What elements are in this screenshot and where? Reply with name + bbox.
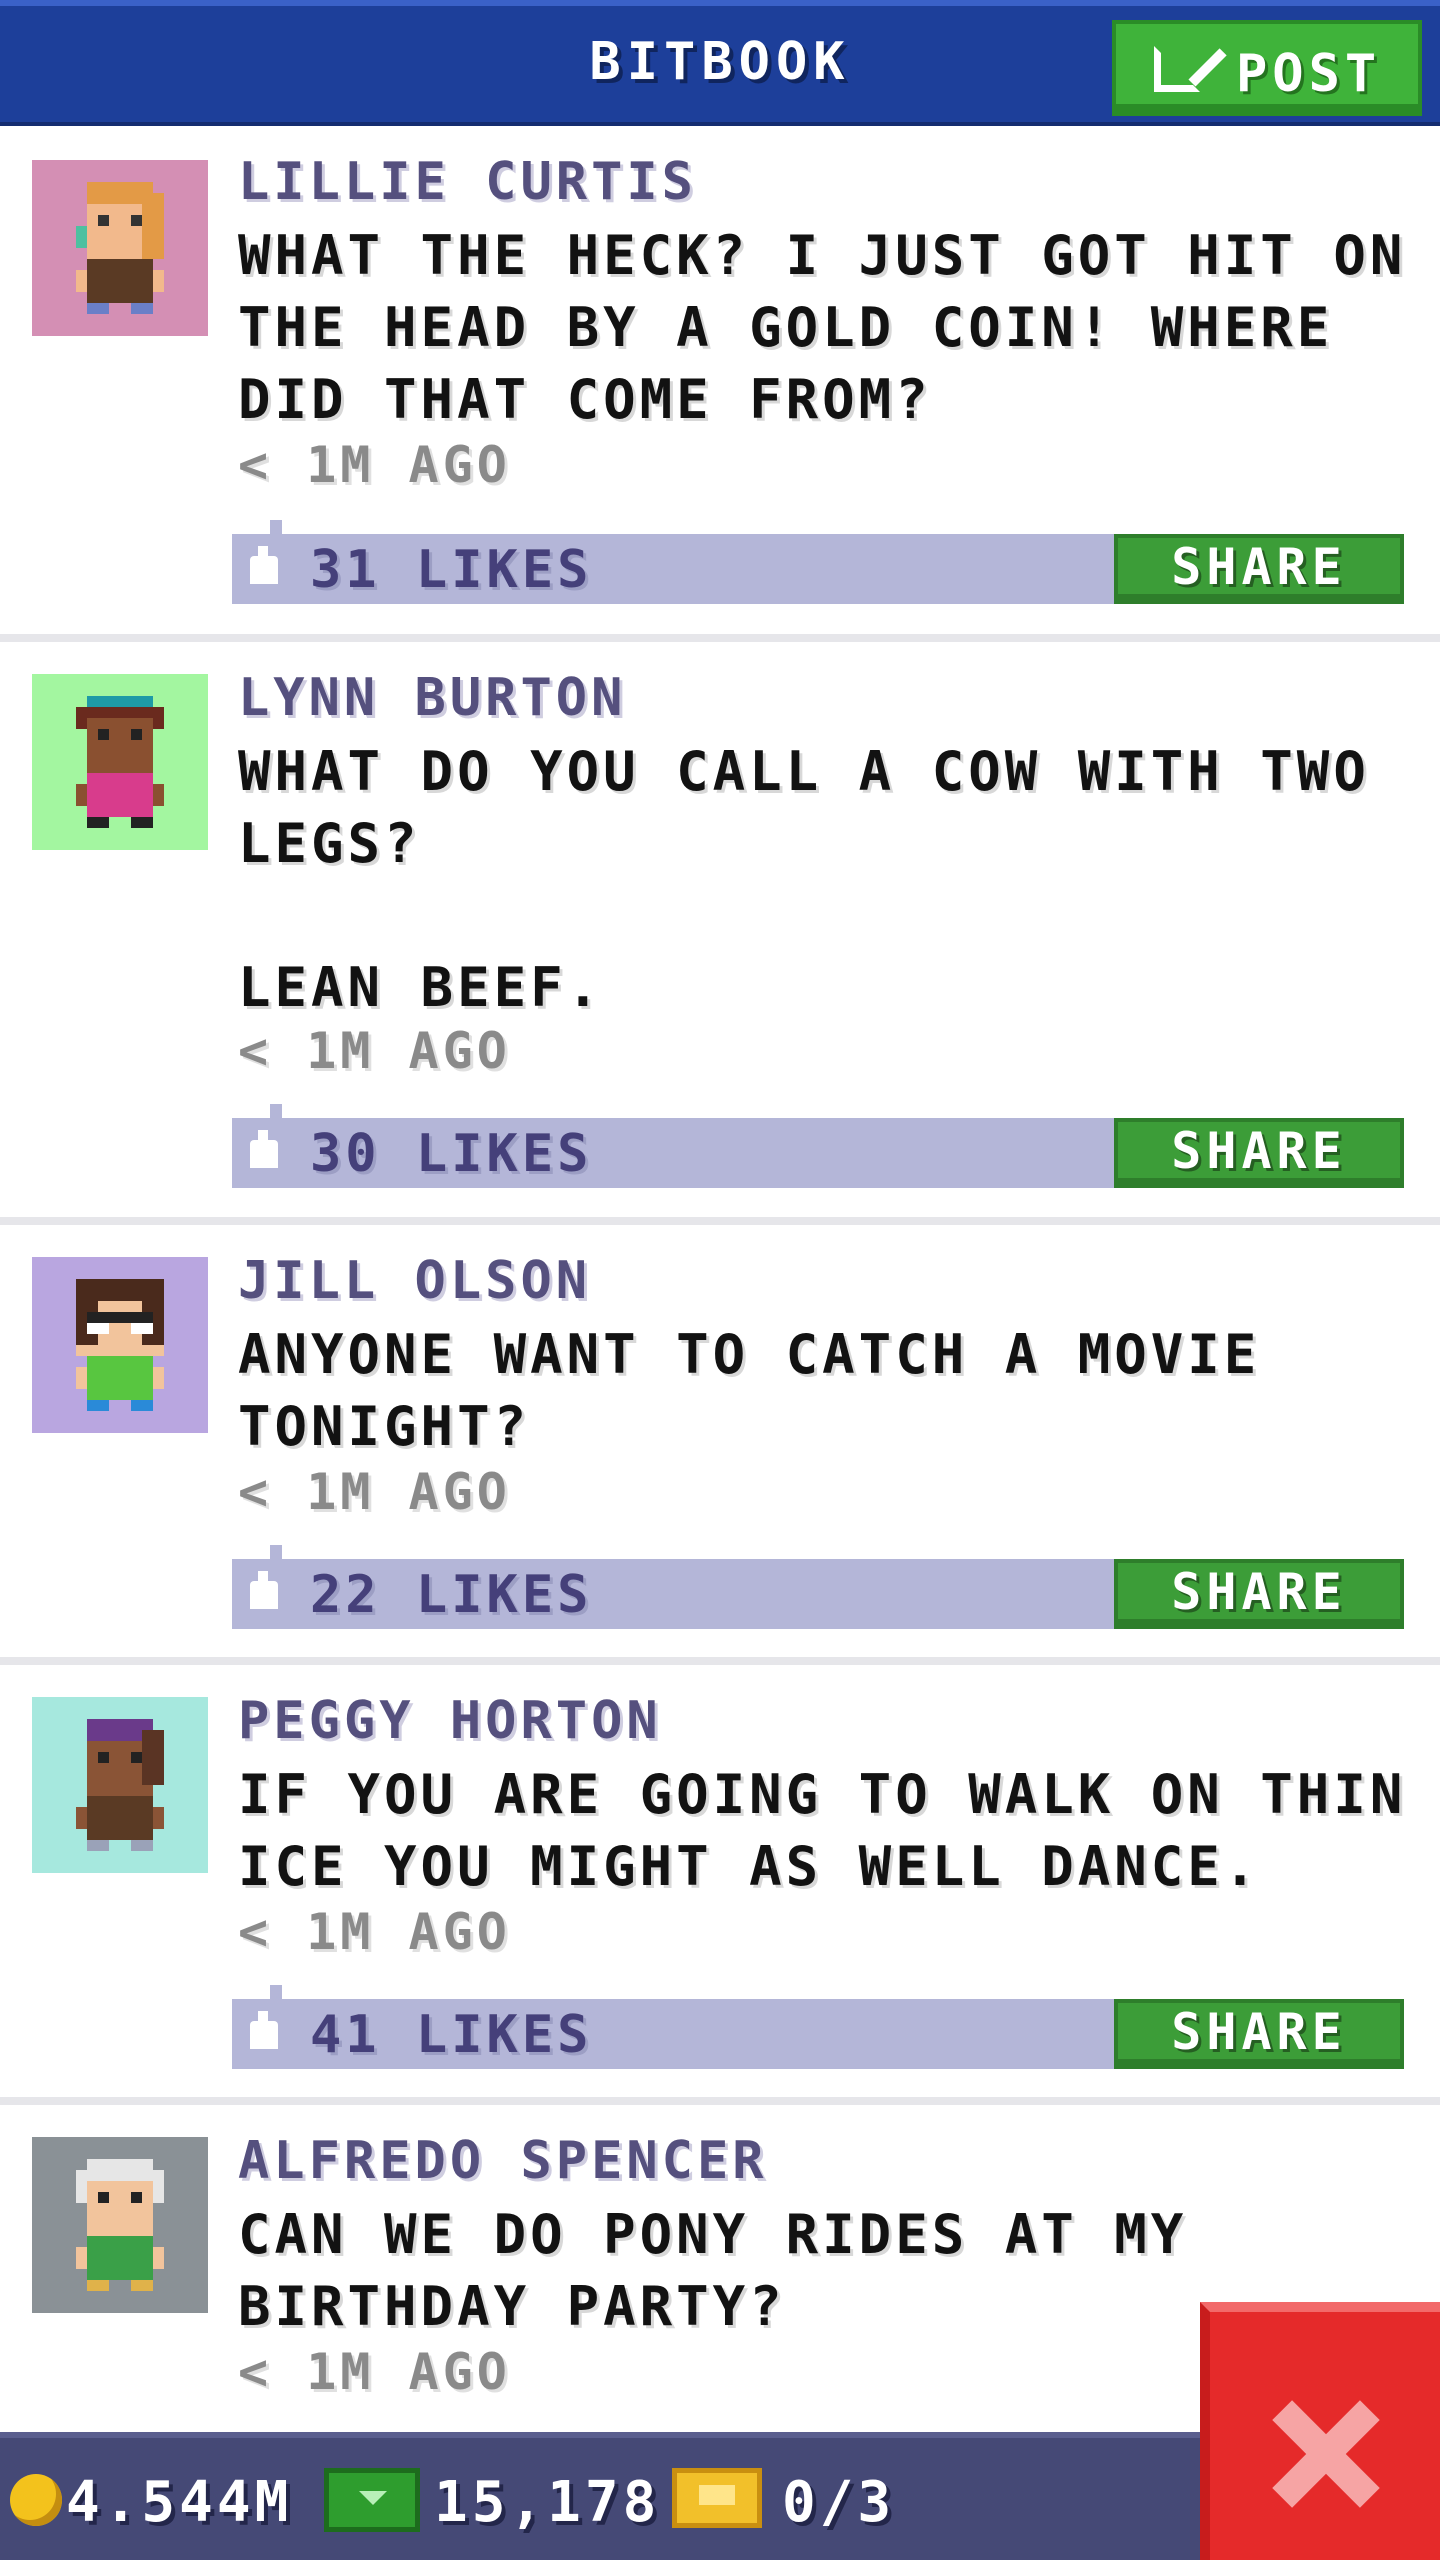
- post-author: ALFREDO SPENCER: [238, 2131, 768, 2191]
- list-item: LILLIE CURTIS WHAT THE HECK? I JUST GOT …: [0, 126, 1440, 634]
- post-time: < 1M AGO: [238, 436, 511, 494]
- divider: [0, 2097, 1440, 2105]
- post-author: LYNN BURTON: [238, 668, 627, 728]
- likes-count: 31 LIKES: [310, 540, 593, 600]
- list-item: LYNN BURTON WHAT DO YOU CALL A COW WITH …: [0, 642, 1440, 1217]
- thumbs-up-icon[interactable]: [250, 2011, 278, 2049]
- share-button[interactable]: SHARE: [1114, 1559, 1404, 1629]
- likes-bar: 31 LIKES SHARE: [232, 520, 1404, 604]
- avatar: [32, 160, 208, 336]
- likes-count: 22 LIKES: [310, 1565, 593, 1625]
- avatar: [32, 1257, 208, 1433]
- thumbs-up-icon[interactable]: [250, 1130, 278, 1168]
- divider: [0, 634, 1440, 642]
- feed-list[interactable]: LILLIE CURTIS WHAT THE HECK? I JUST GOT …: [0, 126, 1440, 2525]
- post-button-label: POST: [1236, 44, 1382, 104]
- post-author: PEGGY HORTON: [238, 1691, 662, 1751]
- thumbs-up-icon[interactable]: [250, 546, 278, 584]
- likes-count: 30 LIKES: [310, 1124, 593, 1184]
- edit-icon: [1154, 46, 1200, 92]
- post-button[interactable]: POST: [1112, 20, 1422, 116]
- post-message: ANYONE WANT TO CATCH A MOVIE TONIGHT?: [238, 1323, 1297, 1458]
- ticket-icon: [672, 2468, 762, 2528]
- post-message: WHAT THE HECK? I JUST GOT HIT ON THE HEA…: [238, 224, 1440, 431]
- avatar: [32, 674, 208, 850]
- coins-count: 4.544M: [66, 2470, 293, 2535]
- post-message: WHAT DO YOU CALL A COW WITH TWO LEGS? LE…: [238, 740, 1370, 1019]
- divider: [0, 1657, 1440, 1665]
- share-button[interactable]: SHARE: [1114, 534, 1404, 604]
- coin-icon: [10, 2474, 62, 2526]
- post-time: < 1M AGO: [238, 1463, 511, 1521]
- avatar: [32, 1697, 208, 1873]
- likes-count: 41 LIKES: [310, 2005, 593, 2065]
- share-button[interactable]: SHARE: [1114, 1118, 1404, 1188]
- bux-icon: [324, 2468, 420, 2532]
- post-time: < 1M AGO: [238, 1022, 511, 1080]
- likes-bar: 30 LIKES SHARE: [232, 1104, 1404, 1188]
- post-message: IF YOU ARE GOING TO WALK ON THIN ICE YOU…: [238, 1763, 1440, 1898]
- divider: [0, 1217, 1440, 1225]
- post-time: < 1M AGO: [238, 2343, 511, 2401]
- likes-bar: 22 LIKES SHARE: [232, 1545, 1404, 1629]
- post-author: JILL OLSON: [238, 1251, 592, 1311]
- thumbs-up-icon[interactable]: [250, 1571, 278, 1609]
- post-author: LILLIE CURTIS: [238, 152, 697, 212]
- list-item: PEGGY HORTON IF YOU ARE GOING TO WALK ON…: [0, 1665, 1440, 2097]
- top-bar: BITBOOK POST: [0, 0, 1440, 126]
- bux-count: 15,178: [434, 2470, 661, 2535]
- likes-bar: 41 LIKES SHARE: [232, 1985, 1404, 2069]
- close-button[interactable]: [1200, 2302, 1440, 2560]
- list-item: JILL OLSON ANYONE WANT TO CATCH A MOVIE …: [0, 1225, 1440, 1657]
- share-button[interactable]: SHARE: [1114, 1999, 1404, 2069]
- tickets-count: 0/3: [782, 2470, 896, 2535]
- avatar: [32, 2137, 208, 2313]
- close-icon: [1270, 2398, 1380, 2508]
- post-time: < 1M AGO: [238, 1903, 511, 1961]
